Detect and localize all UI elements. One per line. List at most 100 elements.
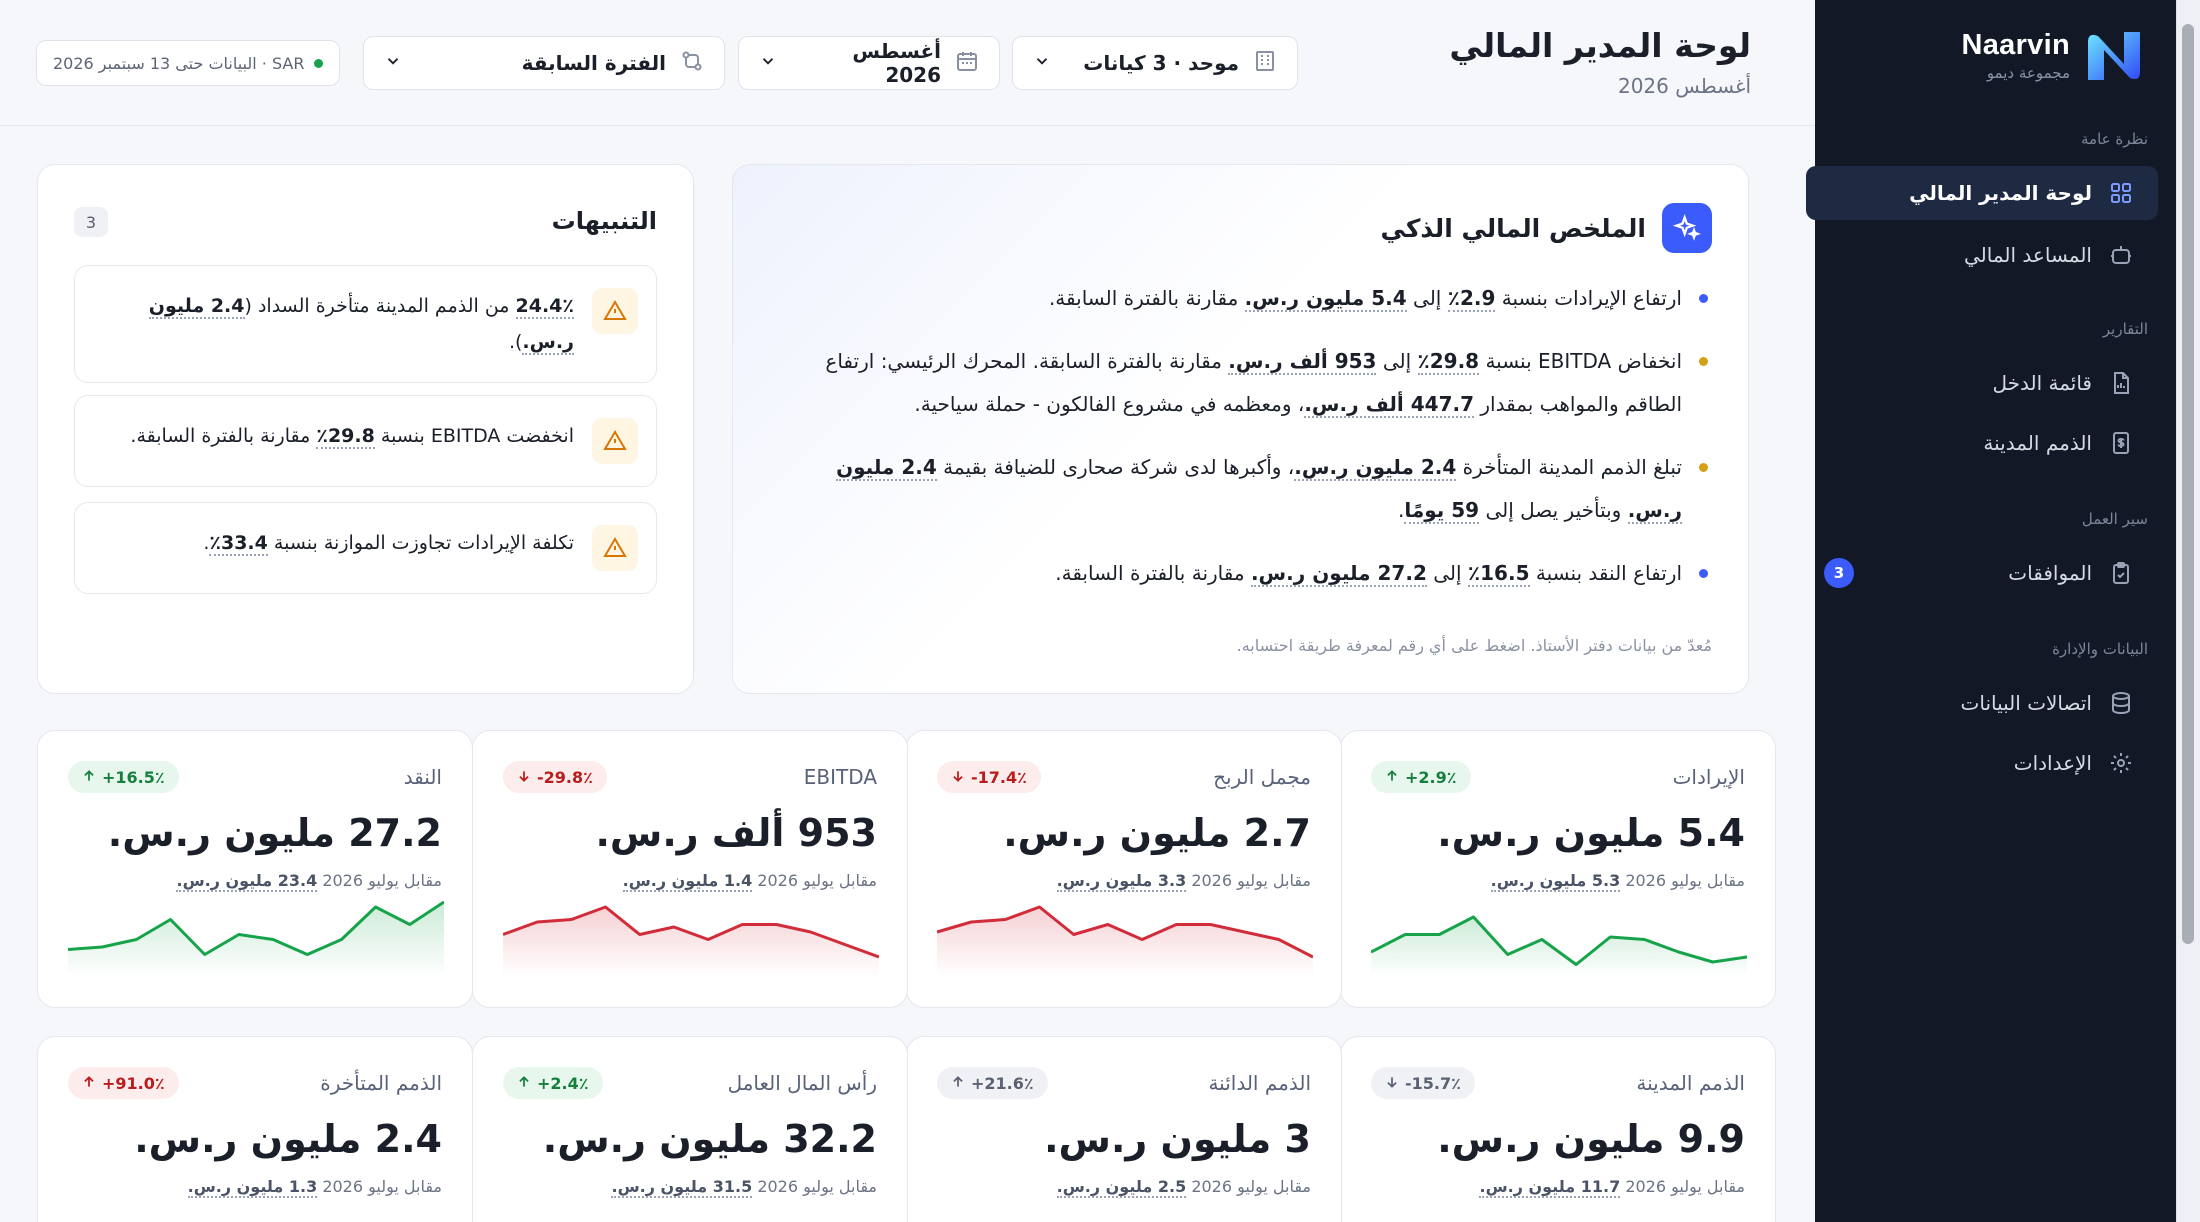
kpi-value[interactable]: 2.4 مليون ر.س.: [134, 1117, 442, 1161]
kpi-value[interactable]: 9.9 مليون ر.س.: [1437, 1117, 1745, 1161]
kpi-sparkline: [1371, 915, 1747, 977]
comparison-select-value: الفترة السابقة: [521, 51, 666, 75]
bullet: [1699, 357, 1708, 366]
kpi-delta-badge: +2.4٪: [503, 1067, 603, 1099]
kpi-sparkline: [937, 905, 1313, 977]
building-icon: [1253, 49, 1277, 78]
kpi-label: EBITDA: [803, 765, 877, 789]
kpi-card[interactable]: الذمم المدينة -15.7٪ 9.9 مليون ر.س. مقابل ي…: [1340, 1036, 1776, 1222]
sidebar-item-data-connections[interactable]: اتصالات البيانات: [1806, 676, 2158, 730]
kpi-previous: مقابل يوليو 2026 23.4 مليون ر.س.: [176, 871, 442, 892]
page-scrollbar-thumb[interactable]: [2182, 24, 2194, 944]
sparkline-area: [503, 907, 879, 977]
data-freshness-text: البيانات حتى 13 سبتمبر 2026 · SAR: [53, 53, 305, 73]
alert-text: تكلفة الإيرادات تجاوزت الموازنة بنسبة 33…: [203, 532, 574, 556]
summary-value[interactable]: 59 يومًا: [1404, 498, 1480, 524]
compare-arrows-icon: [680, 49, 704, 78]
brand[interactable]: Naarvin مجموعة ديمو: [1962, 28, 2147, 82]
summary-value[interactable]: 29.8٪: [1417, 349, 1480, 375]
kpi-card[interactable]: الذمم المتأخرة +91.0٪ 2.4 مليون ر.س. مقابل …: [37, 1036, 473, 1222]
ai-summary-list: ارتفاع الإيرادات بنسبة 2.9٪ إلى 5.4 مليو…: [792, 277, 1712, 615]
ai-summary-card: الملخص المالي الذكي ارتفاع الإيرادات بنس…: [732, 164, 1749, 694]
kpi-delta-arrow-icon: [951, 768, 965, 787]
ai-summary-footnote: مُعدّ من بيانات دفتر الأستاذ. اضغط على أ…: [1236, 636, 1712, 655]
summary-value[interactable]: 447.7 ألف ر.س.: [1304, 392, 1474, 418]
gear-icon: [2108, 750, 2134, 776]
sidebar-item-finance-assistant[interactable]: المساعد المالي: [1806, 228, 2158, 282]
sidebar-item-label: الذمم المدينة: [1983, 431, 2092, 455]
kpi-card[interactable]: الإيرادات +2.9٪ 5.4 مليون ر.س. مقابل يوليو …: [1340, 730, 1776, 1008]
page-scrollbar[interactable]: [2176, 0, 2200, 1222]
summary-item: ارتفاع النقد بنسبة 16.5٪ إلى 27.2 مليون …: [792, 552, 1712, 595]
sparkline-area: [1371, 917, 1747, 977]
period-select[interactable]: أغسطس 2026: [738, 36, 1000, 90]
kpi-value[interactable]: 953 ألف ر.س.: [595, 811, 877, 855]
period-select-value: أغسطس 2026: [852, 39, 941, 87]
summary-value[interactable]: 27.2 مليون ر.س.: [1250, 561, 1427, 587]
sidebar: Naarvin مجموعة ديمو نظرة عامة لوحة المدي…: [1806, 0, 2176, 1222]
kpi-delta-badge: +2.9٪: [1371, 761, 1471, 793]
warning-icon: [592, 288, 638, 334]
alerts-title: التنبيهات: [551, 207, 657, 235]
sidebar-item-approvals[interactable]: الموافقات 3: [1806, 546, 2158, 600]
kpi-delta-arrow-icon: [1385, 768, 1399, 787]
alerts-card: التنبيهات 3 24.4٪ من الذمم المدينة متأخر…: [37, 164, 694, 694]
kpi-value[interactable]: 2.7 مليون ر.س.: [1003, 811, 1311, 855]
kpi-card[interactable]: EBITDA -29.8٪ 953 ألف ر.س. مقابل يوليو 2026…: [472, 730, 908, 1008]
kpi-delta-badge: -29.8٪: [503, 761, 607, 793]
summary-value[interactable]: 16.5٪: [1467, 561, 1530, 587]
sparkline-area: [937, 907, 1313, 977]
kpi-label: رأس المال العامل: [727, 1071, 877, 1095]
kpi-value[interactable]: 32.2 مليون ر.س.: [543, 1117, 877, 1161]
kpi-delta-arrow-icon: [82, 768, 96, 787]
kpi-delta-arrow-icon: [517, 1074, 531, 1093]
kpi-label: النقد: [403, 765, 442, 789]
kpi-delta-badge: -17.4٪: [937, 761, 1041, 793]
page-subtitle: أغسطس 2026: [1617, 74, 1751, 98]
summary-item: تبلغ الذمم المدينة المتأخرة 2.4 مليون ر.…: [792, 446, 1712, 532]
alert-item[interactable]: تكلفة الإيرادات تجاوزت الموازنة بنسبة 33…: [74, 502, 657, 594]
kpi-card[interactable]: رأس المال العامل +2.4٪ 32.2 مليون ر.س. مقاب…: [472, 1036, 908, 1222]
summary-value[interactable]: 953 ألف ر.س.: [1228, 349, 1377, 375]
chevron-down-icon: [759, 51, 777, 75]
comparison-select[interactable]: الفترة السابقة: [363, 36, 725, 90]
entity-select[interactable]: موحد · 3 كيانات: [1012, 36, 1298, 90]
kpi-previous: مقابل يوليو 2026 3.3 مليون ر.س.: [1056, 871, 1311, 892]
summary-value[interactable]: 2.4 مليون ر.س.: [1294, 455, 1457, 481]
status-dot: [314, 58, 324, 68]
calendar-icon: [955, 49, 979, 78]
nav-section-overview: نظرة عامة: [2081, 130, 2148, 148]
chevron-down-icon: [1033, 51, 1051, 75]
kpi-delta-badge: +16.5٪: [68, 761, 179, 793]
sidebar-item-cfo-dashboard[interactable]: لوحة المدير المالي: [1806, 166, 2158, 220]
summary-item: ارتفاع الإيرادات بنسبة 2.9٪ إلى 5.4 مليو…: [792, 277, 1712, 320]
summary-value[interactable]: 2.9٪: [1447, 286, 1496, 312]
alert-text: 24.4٪ من الذمم المدينة متأخرة السداد (2.…: [148, 295, 574, 355]
kpi-label: الذمم المدينة: [1636, 1071, 1745, 1095]
sidebar-item-income-statement[interactable]: قائمة الدخل: [1806, 356, 2158, 410]
kpi-card[interactable]: مجمل الربح -17.4٪ 2.7 مليون ر.س. مقابل يولي…: [906, 730, 1342, 1008]
kpi-value[interactable]: 27.2 مليون ر.س.: [108, 811, 442, 855]
kpi-value[interactable]: 3 مليون ر.س.: [1044, 1117, 1311, 1161]
kpi-label: الذمم المتأخرة: [320, 1071, 442, 1095]
alert-item[interactable]: 24.4٪ من الذمم المدينة متأخرة السداد (2.…: [74, 265, 657, 383]
kpi-value[interactable]: 5.4 مليون ر.س.: [1437, 811, 1745, 855]
kpi-delta-badge: +91.0٪: [68, 1067, 179, 1099]
kpi-card[interactable]: النقد +16.5٪ 27.2 مليون ر.س. مقابل يوليو 20…: [37, 730, 473, 1008]
alert-item[interactable]: انخفضت EBITDA بنسبة 29.8٪ مقارنة بالفترة…: [74, 395, 657, 487]
database-icon: [2108, 690, 2134, 716]
summary-value[interactable]: 5.4 مليون ر.س.: [1244, 286, 1407, 312]
brand-logo-icon: [2088, 32, 2140, 80]
kpi-delta-badge: +21.6٪: [937, 1067, 1048, 1099]
sidebar-item-settings[interactable]: الإعدادات: [1806, 736, 2158, 790]
kpi-previous: مقابل يوليو 2026 1.4 مليون ر.س.: [622, 871, 877, 892]
kpi-sparkline: [68, 900, 444, 977]
kpi-previous: مقابل يوليو 2026 31.5 مليون ر.س.: [611, 1177, 877, 1198]
page-header: لوحة المدير المالي أغسطس 2026 موحد · 3 ك…: [0, 0, 1815, 126]
bullet: [1699, 569, 1708, 578]
sidebar-item-receivables[interactable]: الذمم المدينة: [1806, 416, 2158, 470]
sidebar-item-label: قائمة الدخل: [1992, 371, 2092, 395]
kpi-previous: مقابل يوليو 2026 1.3 مليون ر.س.: [187, 1177, 442, 1198]
kpi-card[interactable]: الذمم الدائنة +21.6٪ 3 مليون ر.س. مقابل يول…: [906, 1036, 1342, 1222]
approvals-count-badge: 3: [1824, 558, 1854, 588]
